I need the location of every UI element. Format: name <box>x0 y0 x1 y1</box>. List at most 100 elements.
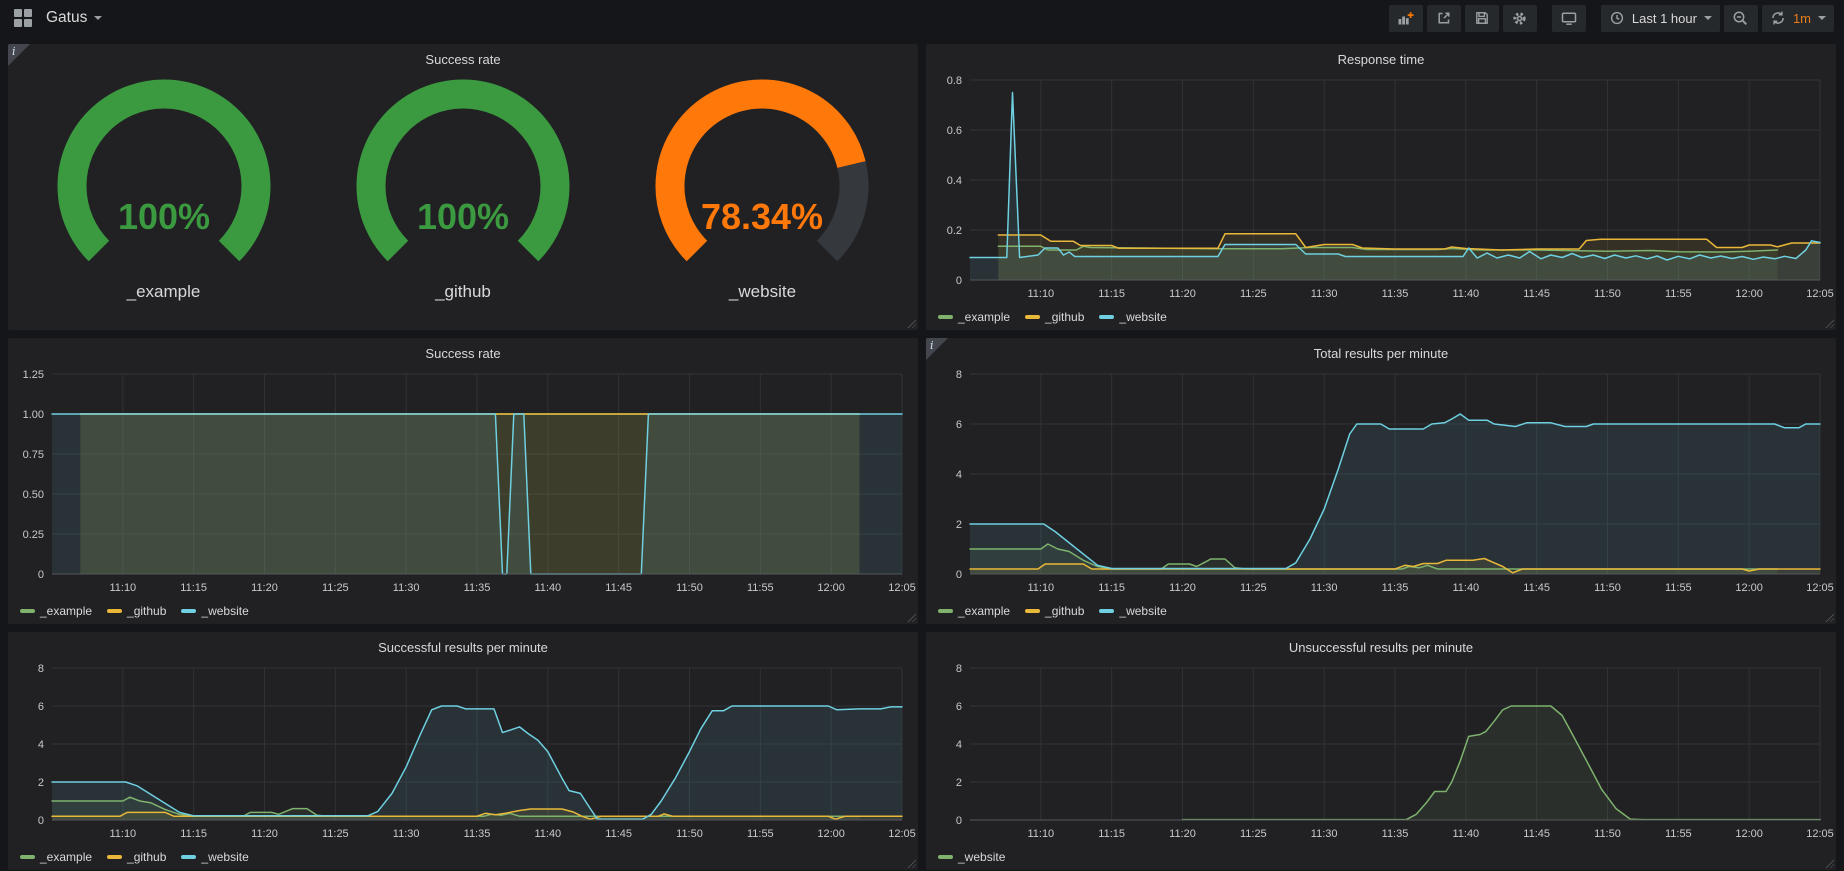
x-tick-label: 11:15 <box>180 828 207 840</box>
chart-canvas[interactable]: 0246811:1011:1511:2011:2511:3011:3511:40… <box>8 658 918 846</box>
panel-unsuccessful-results: Unsuccessful results per minute 0246811:… <box>926 632 1836 870</box>
y-tick-label: 0 <box>956 569 962 581</box>
y-tick-label: 8 <box>38 663 44 675</box>
gauge-arc: 78.34% <box>612 72 912 272</box>
x-tick-label: 12:00 <box>1735 828 1763 840</box>
x-tick-label: 11:30 <box>393 828 420 840</box>
y-tick-label: 8 <box>956 663 962 675</box>
x-tick-label: 11:20 <box>1169 288 1196 300</box>
x-tick-label: 11:45 <box>1523 288 1550 300</box>
add-panel-icon <box>1397 10 1414 27</box>
legend-swatch <box>1025 609 1040 613</box>
legend-label: _example <box>40 604 92 618</box>
x-tick-label: 11:20 <box>1169 828 1196 840</box>
chart-canvas[interactable]: 00.20.40.60.811:1011:1511:2011:2511:3011… <box>926 70 1836 306</box>
x-tick-label: 11:40 <box>1452 582 1479 594</box>
add-panel-button[interactable] <box>1389 5 1423 32</box>
panel-title[interactable]: Success rate <box>8 44 918 70</box>
gauge-row: 100%_example100%_github78.34%_website <box>8 70 918 328</box>
y-tick-label: 2 <box>38 777 44 789</box>
chart-canvas[interactable]: 0246811:1011:1511:2011:2511:3011:3511:40… <box>926 658 1836 846</box>
x-tick-label: 11:25 <box>1240 582 1267 594</box>
panel-info-icon[interactable]: i <box>926 338 948 360</box>
dashboard-title[interactable]: Gatus <box>46 9 87 27</box>
legend-label: _website <box>958 850 1005 864</box>
gauge-value: 100% <box>117 196 209 237</box>
legend-item-_website[interactable]: _website <box>1099 310 1166 324</box>
y-tick-label: 6 <box>38 701 44 713</box>
legend-item-_website[interactable]: _website <box>181 604 248 618</box>
legend-item-_example[interactable]: _example <box>20 604 92 618</box>
panel-response-time: Response time 00.20.40.60.811:1011:1511:… <box>926 44 1836 330</box>
series-fill-_website <box>1183 706 1821 820</box>
y-tick-label: 4 <box>956 739 962 751</box>
legend-label: _github <box>1045 604 1084 618</box>
legend-item-_website[interactable]: _website <box>1099 604 1166 618</box>
x-tick-label: 11:10 <box>1027 582 1054 594</box>
x-tick-label: 11:35 <box>464 828 491 840</box>
legend-swatch <box>181 609 196 613</box>
legend-swatch <box>107 609 122 613</box>
x-tick-label: 11:15 <box>1098 288 1125 300</box>
tv-mode-button[interactable] <box>1552 5 1586 32</box>
legend-item-_github[interactable]: _github <box>1025 310 1084 324</box>
panel-success-rate: Success rate 00.250.500.751.001.2511:101… <box>8 338 918 624</box>
x-tick-label: 11:35 <box>464 582 491 594</box>
panel-title[interactable]: Response time <box>926 44 1836 70</box>
y-tick-label: 1.00 <box>23 409 44 421</box>
gauge-arc: 100% <box>14 72 314 272</box>
legend-swatch <box>1099 609 1114 613</box>
panel-title[interactable]: Success rate <box>8 338 918 364</box>
settings-gear-icon <box>1511 10 1528 27</box>
chevron-down-icon <box>1818 16 1826 20</box>
x-tick-label: 12:05 <box>888 582 916 594</box>
legend-label: _example <box>40 850 92 864</box>
legend-swatch <box>20 609 35 613</box>
x-tick-label: 11:55 <box>1665 288 1692 300</box>
tv-mode-icon <box>1561 10 1577 26</box>
save-button[interactable] <box>1465 5 1499 32</box>
legend-item-_website[interactable]: _website <box>938 850 1005 864</box>
chart-canvas[interactable]: 0246811:1011:1511:2011:2511:3011:3511:40… <box>926 364 1836 600</box>
panel-title[interactable]: Unsuccessful results per minute <box>926 632 1836 658</box>
x-tick-label: 11:35 <box>1382 828 1409 840</box>
x-tick-label: 11:30 <box>1311 828 1338 840</box>
legend-item-_example[interactable]: _example <box>20 850 92 864</box>
legend-item-_github[interactable]: _github <box>107 850 166 864</box>
legend-item-_example[interactable]: _example <box>938 604 1010 618</box>
settings-button[interactable] <box>1503 5 1537 32</box>
legend-item-_github[interactable]: _github <box>107 604 166 618</box>
x-tick-label: 11:40 <box>534 582 561 594</box>
share-button[interactable] <box>1427 5 1461 32</box>
legend-item-_website[interactable]: _website <box>181 850 248 864</box>
gauge-label: _website <box>729 282 796 302</box>
chart-legend: _example _github _website <box>926 306 1836 328</box>
x-tick-label: 11:15 <box>1098 582 1125 594</box>
y-tick-label: 1.25 <box>23 369 44 381</box>
gauge-value: 78.34% <box>701 196 823 237</box>
y-tick-label: 0.4 <box>947 175 962 187</box>
legend-swatch <box>1099 315 1114 319</box>
zoom-out-icon <box>1732 10 1749 27</box>
zoom-out-button[interactable] <box>1724 5 1758 32</box>
chevron-down-icon[interactable] <box>94 16 102 20</box>
gauge-arc: 100% <box>313 72 613 272</box>
legend-item-_github[interactable]: _github <box>1025 604 1084 618</box>
x-tick-label: 11:45 <box>1523 582 1550 594</box>
legend-label: _example <box>958 604 1010 618</box>
panel-title[interactable]: Successful results per minute <box>8 632 918 658</box>
legend-swatch <box>938 855 953 859</box>
x-tick-label: 12:05 <box>888 828 916 840</box>
legend-item-_example[interactable]: _example <box>938 310 1010 324</box>
apps-grid-icon[interactable] <box>14 9 33 28</box>
panel-title[interactable]: Total results per minute <box>926 338 1836 364</box>
refresh-icon <box>1770 10 1786 26</box>
panel-info-icon[interactable]: i <box>8 44 30 66</box>
x-tick-label: 11:30 <box>1311 288 1338 300</box>
legend-label: _github <box>127 850 166 864</box>
chart-canvas[interactable]: 00.250.500.751.001.2511:1011:1511:2011:2… <box>8 364 918 600</box>
time-range-picker[interactable]: Last 1 hour <box>1601 5 1720 32</box>
y-tick-label: 0 <box>38 815 44 827</box>
y-tick-label: 8 <box>956 369 962 381</box>
refresh-button[interactable]: 1m <box>1762 5 1834 32</box>
